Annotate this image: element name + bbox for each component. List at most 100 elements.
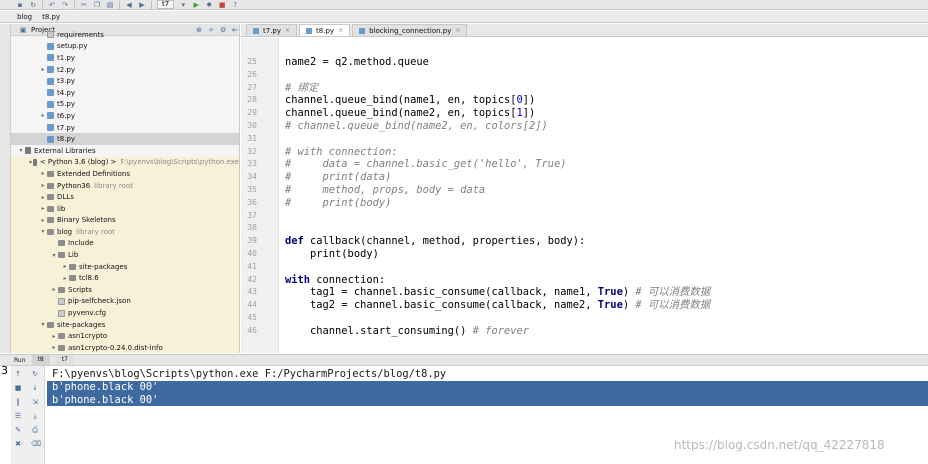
chevron-right-icon[interactable]: ▸ [39, 112, 47, 119]
chevron-right-icon[interactable]: ▸ [39, 205, 47, 212]
close-icon[interactable]: × [338, 27, 343, 34]
up-arrow-icon[interactable]: ↑ [14, 370, 22, 378]
code-line[interactable]: name2 = q2.method.queue [285, 56, 429, 69]
code-line[interactable]: # print(data) [285, 171, 391, 184]
tree-item[interactable]: pyvenv.cfg [11, 307, 239, 319]
pause-icon[interactable]: ‖ [14, 398, 22, 406]
tree-item[interactable]: ▸ Scripts [11, 284, 239, 296]
editor-tab[interactable]: t8.py × [299, 24, 351, 36]
tree-item[interactable]: setup.py [11, 41, 239, 53]
run-tab[interactable]: t7 [55, 355, 74, 365]
trash-icon[interactable]: ✖ [14, 440, 22, 448]
code-line[interactable]: # 绑定 [285, 82, 318, 95]
tree-item[interactable]: pip-selfcheck.json [11, 295, 239, 308]
code-area[interactable]: name2 = q2.method.queue # 绑定 channel.queue… [285, 38, 925, 353]
console-line[interactable]: F:\pyenvs\blog\Scripts\python.exe F:/Pyc… [47, 368, 928, 381]
back-icon[interactable]: ◀ [125, 1, 133, 9]
chevron-right-icon[interactable]: ▸ [39, 170, 47, 177]
tree-item[interactable]: ▸ Extended Definitions [11, 168, 239, 180]
chevron-down-icon[interactable]: ▾ [39, 228, 47, 235]
code-line[interactable]: channel.queue_bind(name1, en, topics[0]) [285, 94, 535, 107]
chevron-right-icon[interactable]: ▸ [39, 217, 47, 224]
code-line[interactable]: # with connection: [285, 146, 398, 159]
tree-item[interactable]: ▾ < Python 3.6 (blog) > F:\pyenvs\blog\Scr… [11, 156, 239, 169]
close-icon[interactable]: × [455, 27, 460, 34]
chevron-down-icon[interactable]: ▾ [17, 147, 25, 154]
chevron-down-icon[interactable]: ▾ [39, 321, 47, 328]
run-config-icon[interactable]: ▾ [179, 1, 187, 9]
breadcrumb-item[interactable]: t8.py [39, 13, 63, 21]
tree-item[interactable]: ▾ Lib [11, 249, 239, 261]
help-icon[interactable]: ? [231, 1, 239, 9]
stop-icon[interactable]: ■ [218, 1, 226, 9]
tree-item[interactable]: ▸ DLLs [11, 191, 239, 203]
print-icon[interactable]: ⎙ [31, 426, 39, 434]
down-arrow-icon[interactable]: ↓ [31, 384, 39, 392]
run-tab[interactable]: t8 [31, 355, 50, 365]
tree-item[interactable]: ▸ t2.py [11, 64, 239, 76]
copy-icon[interactable]: ❐ [93, 1, 101, 9]
code-line[interactable]: # print(body) [285, 197, 391, 210]
tree-item[interactable]: ▸ lib [11, 202, 239, 215]
tree-item[interactable]: t8.py [11, 133, 239, 145]
tree-item[interactable]: ▸ Binary Skeletons [11, 214, 239, 227]
tree-item[interactable]: t5.py [11, 99, 239, 111]
wrap-icon[interactable]: ⇲ [31, 398, 39, 406]
chevron-right-icon[interactable]: ▸ [50, 286, 58, 293]
pin-icon[interactable]: ✎ [14, 426, 22, 434]
stop-icon[interactable]: ■ [14, 384, 22, 392]
code-line[interactable]: tag1 = channel.basic_consume(callback, n… [285, 286, 710, 299]
code-line[interactable]: # method, props, body = data [285, 184, 485, 197]
run-tool-label[interactable]: Run [14, 357, 26, 364]
debug-icon[interactable]: ✹ [205, 1, 213, 9]
tree-item[interactable]: ▸ tcl8.6 [11, 272, 239, 285]
tree-item[interactable]: ▸ t6.py [11, 110, 239, 122]
run-config-select[interactable]: t7 [157, 0, 175, 9]
run-icon[interactable]: ▶ [192, 1, 200, 9]
scroll-end-icon[interactable]: ⤓ [31, 412, 39, 420]
tree-item[interactable]: ▸ site-packages [11, 260, 239, 273]
tree-item[interactable]: t3.py [11, 75, 239, 87]
close-icon[interactable]: × [285, 27, 290, 34]
sync-icon[interactable]: ↻ [29, 1, 37, 9]
tree-item[interactable]: ▸ asn1crypto-0.24.0.dist-info [11, 342, 239, 353]
cut-icon[interactable]: ✂ [80, 1, 88, 9]
chevron-right-icon[interactable]: ▸ [61, 263, 69, 270]
editor-tab[interactable]: t7.py × [246, 24, 298, 36]
code-line[interactable]: def callback(channel, method, properties… [285, 235, 585, 248]
save-icon[interactable]: ▪ [16, 1, 24, 9]
tree-item[interactable]: t4.py [11, 87, 239, 99]
code-line[interactable]: print(body) [285, 248, 379, 261]
tree-item[interactable]: ▸ Python36 library root [11, 179, 239, 192]
tree-item[interactable]: ▾ blog library root [11, 226, 239, 238]
chevron-right-icon[interactable]: ▸ [50, 344, 58, 351]
rerun-icon[interactable]: ↻ [31, 370, 39, 378]
tree-item[interactable]: ▸ asn1crypto [11, 330, 239, 343]
code-line[interactable]: channel.start_consuming() # forever [285, 325, 529, 338]
chevron-right-icon[interactable]: ▸ [39, 182, 47, 189]
code-editor[interactable]: 25 26 27 28 29 30 31 32 33 34 35 36 37 38 39 40 41 42 43 44… [241, 38, 928, 353]
console-line[interactable]: b'phone.black 00' [47, 380, 928, 394]
chevron-down-icon[interactable]: ▾ [50, 252, 58, 259]
console-line[interactable]: b'phone.black 00' [47, 393, 928, 407]
chevron-right-icon[interactable]: ▸ [39, 66, 47, 73]
editor-tab[interactable]: blocking_connection.py × [352, 24, 468, 36]
chevron-right-icon[interactable]: ▸ [39, 194, 47, 201]
chevron-right-icon[interactable]: ▸ [61, 275, 69, 282]
tree-item[interactable]: ▾ site-packages [11, 318, 239, 331]
undo-icon[interactable]: ↶ [48, 1, 56, 9]
code-line[interactable]: tag2 = channel.basic_consume(callback, n… [285, 299, 710, 312]
tree-item[interactable]: requirements [11, 29, 239, 41]
chevron-right-icon[interactable]: ▸ [50, 333, 58, 340]
tree-item[interactable]: t1.py [11, 52, 239, 64]
code-line[interactable]: with connection: [285, 274, 385, 287]
tree-item[interactable]: Include [11, 237, 239, 250]
layout-icon[interactable]: ☰ [14, 412, 22, 420]
clear-icon[interactable]: ⌫ [31, 440, 41, 448]
paste-icon[interactable]: ▤ [106, 1, 114, 9]
tree-item[interactable]: ▾ External Libraries [11, 145, 239, 157]
breadcrumb-item[interactable]: blog [14, 13, 35, 21]
redo-icon[interactable]: ↷ [61, 1, 69, 9]
code-line[interactable]: # channel.queue_bind(name2, en, colors[2… [285, 120, 548, 133]
code-line[interactable]: channel.queue_bind(name2, en, topics[1]) [285, 107, 535, 120]
